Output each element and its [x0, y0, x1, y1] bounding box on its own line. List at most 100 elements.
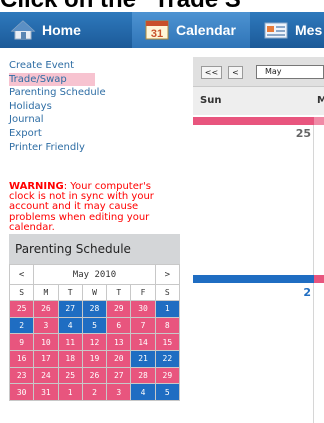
messages-icon — [263, 19, 289, 41]
calendar-toolbar: << < May — [193, 57, 324, 87]
week-2-monday-bar — [314, 275, 324, 283]
mini-calendar-day[interactable]: 16 — [8, 350, 35, 368]
mini-calendar-dow-row: S M T W T F S — [8, 284, 181, 301]
mini-calendar-day[interactable]: 28 — [130, 366, 156, 385]
mini-calendar-prev-button[interactable]: < — [8, 264, 35, 285]
mini-calendar-nav-row: < May 2010 > — [8, 264, 181, 285]
mini-calendar-day[interactable]: 30 — [130, 300, 156, 318]
mini-calendar-day[interactable]: 2 — [8, 316, 35, 335]
mini-calendar-day[interactable]: 10 — [33, 333, 59, 352]
mini-calendar-day[interactable]: 9 — [8, 333, 35, 352]
mini-calendar-day[interactable]: 24 — [33, 366, 59, 385]
mini-calendar-week-row: 9 10 11 12 13 14 15 — [8, 333, 181, 352]
main-calendar: << < May Sun M 25 2 — [193, 57, 324, 423]
mini-calendar-day[interactable]: 5 — [154, 383, 181, 402]
week-2-schedule-bar — [193, 275, 324, 283]
sidebar-link-printer-friendly[interactable]: Printer Friendly — [9, 141, 184, 155]
mini-calendar-week-row: 30 31 1 2 3 4 5 — [8, 383, 181, 402]
tab-home[interactable]: Home — [10, 12, 128, 48]
tab-home-label: Home — [42, 22, 81, 38]
sidebar-link-create-event[interactable]: Create Event — [9, 59, 184, 73]
mini-calendar-day[interactable]: 4 — [57, 316, 83, 335]
mini-calendar-day[interactable]: 31 — [33, 383, 59, 402]
mini-calendar-day[interactable]: 27 — [57, 300, 83, 318]
sidebar-link-journal[interactable]: Journal — [9, 113, 184, 127]
calendar-icon: 31 — [144, 19, 170, 41]
mini-calendar-day[interactable]: 26 — [33, 300, 59, 318]
mini-calendar-day[interactable]: 20 — [106, 350, 132, 368]
mini-calendar-day[interactable]: 5 — [81, 316, 108, 335]
mini-calendar-day[interactable]: 14 — [130, 333, 156, 352]
dow-label: W — [81, 284, 108, 301]
dow-label: S — [8, 284, 35, 301]
mini-calendar-day[interactable]: 8 — [154, 316, 181, 335]
first-month-button[interactable]: << — [201, 66, 222, 79]
mini-calendar-week-row: 16 17 18 19 20 21 22 — [8, 350, 181, 368]
mini-calendar-week-row: 2345678 — [8, 316, 181, 335]
mini-calendar-day[interactable]: 23 — [8, 366, 35, 385]
mini-calendar-day[interactable]: 1 — [57, 383, 83, 402]
mini-calendar-day[interactable]: 1 — [154, 300, 181, 318]
mini-calendar-day[interactable]: 25 — [57, 366, 83, 385]
mini-calendar-day[interactable]: 7 — [130, 316, 156, 335]
mini-calendar-day[interactable]: 6 — [106, 316, 132, 335]
day-cell-sun-week-2[interactable]: 2 — [193, 283, 314, 423]
page-headline: Click on the "Trade S — [0, 0, 324, 12]
dow-label: S — [154, 284, 181, 301]
mini-calendar-day[interactable]: 29 — [106, 300, 132, 318]
sidebar-link-export[interactable]: Export — [9, 127, 184, 141]
mini-calendar-day[interactable]: 19 — [81, 350, 108, 368]
week-1-schedule-bar — [193, 117, 324, 125]
mini-calendar-title: Parenting Schedule — [9, 234, 180, 264]
mini-calendar-day[interactable]: 2 — [81, 383, 108, 402]
dow-label: T — [106, 284, 132, 301]
mini-calendar-day[interactable]: 17 — [33, 350, 59, 368]
mini-calendar-day[interactable]: 25 — [8, 300, 35, 318]
prev-month-button[interactable]: < — [228, 66, 243, 79]
svg-text:31: 31 — [151, 28, 163, 40]
day-number: 25 — [295, 127, 311, 140]
calendar-dow-header: Sun M — [193, 87, 324, 115]
mini-calendar-day[interactable]: 27 — [106, 366, 132, 385]
dow-monday: M — [317, 95, 324, 106]
parenting-schedule-mini-calendar: Parenting Schedule < May 2010 > S M T W … — [8, 234, 181, 402]
day-cell-sun-week-1[interactable]: 25 — [193, 125, 314, 275]
mini-calendar-next-button[interactable]: > — [154, 264, 181, 285]
mini-calendar-day[interactable]: 13 — [106, 333, 132, 352]
day-number: 2 — [303, 286, 311, 299]
mini-calendar-day[interactable]: 30 — [8, 383, 35, 402]
mini-calendar-day[interactable]: 18 — [57, 350, 83, 368]
mini-calendar-day[interactable]: 26 — [81, 366, 108, 385]
mini-calendar-day[interactable]: 15 — [154, 333, 181, 352]
mini-calendar-day[interactable]: 3 — [33, 316, 59, 335]
sidebar-link-parenting-schedule[interactable]: Parenting Schedule — [9, 86, 184, 100]
mini-calendar-grid: < May 2010 > S M T W T F S 25 26 27 28 29 30 1… — [8, 264, 181, 402]
mini-calendar-week-row: 25 26 27 28 29 30 1 — [8, 300, 181, 318]
tab-calendar[interactable]: 31 Calendar — [132, 12, 250, 48]
mini-calendar-week-row: 23 24 25 26 27 28 29 — [8, 366, 181, 385]
mini-calendar-day[interactable]: 28 — [81, 300, 108, 318]
mini-calendar-day[interactable]: 11 — [57, 333, 83, 352]
week-1-monday-bar — [314, 117, 324, 125]
top-nav-bar: Home 31 Calendar Mes — [0, 12, 324, 48]
tab-messages[interactable]: Mes — [263, 12, 324, 48]
dow-sunday: Sun — [200, 95, 222, 106]
tab-messages-label: Mes — [295, 22, 323, 38]
sidebar-link-holidays[interactable]: Holidays — [9, 100, 184, 114]
mini-calendar-month-label: May 2010 — [33, 264, 156, 285]
mini-calendar-day[interactable]: 3 — [106, 383, 132, 402]
sidebar-menu: Create Event Trade/Swap Parenting Schedu… — [9, 59, 184, 154]
dow-label: M — [33, 284, 59, 301]
tab-calendar-label: Calendar — [176, 22, 236, 38]
clock-warning: WARNING: Your computer's clock is not in… — [9, 181, 179, 233]
mini-calendar-day[interactable]: 4 — [130, 383, 156, 402]
sidebar-link-trade-swap[interactable]: Trade/Swap — [9, 72, 95, 87]
mini-calendar-day[interactable]: 21 — [130, 350, 156, 368]
mini-calendar-weeks: 25 26 27 28 29 30 1 2 3 4 5 6 7 8 9 10 11 12 13 14 15 16 17 18 1… — [8, 300, 181, 402]
dow-label: T — [57, 284, 83, 301]
mini-calendar-day[interactable]: 22 — [154, 350, 181, 368]
dow-label: F — [130, 284, 156, 301]
mini-calendar-day[interactable]: 29 — [154, 366, 181, 385]
month-select[interactable]: May — [256, 65, 324, 79]
mini-calendar-day[interactable]: 12 — [81, 333, 108, 352]
